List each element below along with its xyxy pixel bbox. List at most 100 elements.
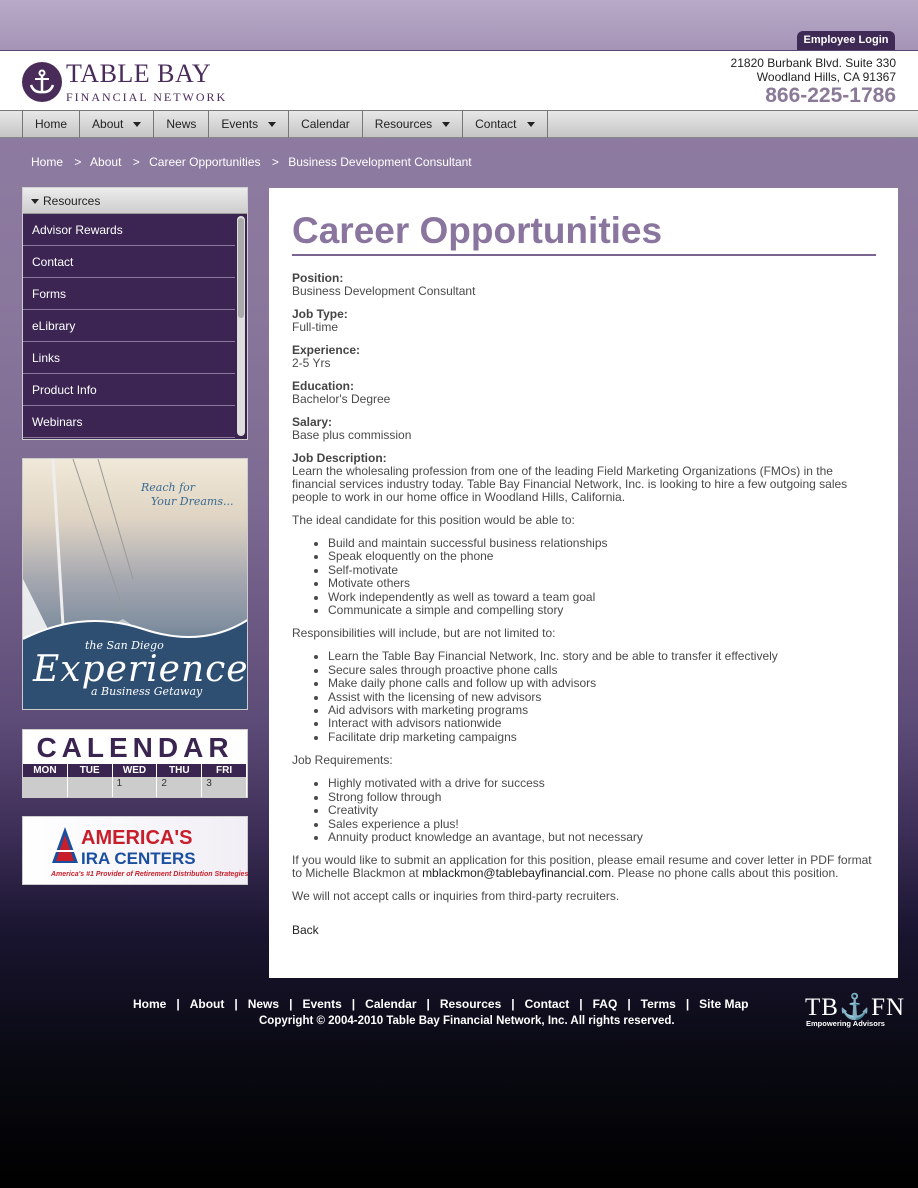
footer-link-resources[interactable]: Resources	[440, 997, 501, 1011]
nav-calendar[interactable]: Calendar	[289, 111, 363, 138]
calendar-date[interactable]	[23, 777, 68, 797]
responsibilities-intro: Responsibilities will include, but are n…	[292, 626, 556, 641]
breadcrumb-about[interactable]: About	[90, 155, 121, 169]
sidebar-item-forms[interactable]: Forms	[23, 278, 235, 310]
logo-title: TABLE BAY	[66, 59, 212, 88]
list-item: Self-motivate	[328, 563, 876, 577]
footer-link-calendar[interactable]: Calendar	[365, 997, 416, 1011]
calendar-date[interactable]: 2	[157, 777, 203, 797]
calendar-day: WED	[113, 764, 158, 777]
calendar-title: CALENDAR	[36, 732, 234, 763]
nav-label: Resources	[374, 117, 433, 131]
footer-link-faq[interactable]: FAQ	[593, 997, 618, 1011]
promo-getaway: a Business Getaway	[91, 685, 203, 698]
footer-nav: Home | About | News | Events | Calendar | Resource…	[133, 997, 749, 1011]
nav-about[interactable]: About	[80, 111, 155, 138]
sidebar-item-advisor-rewards[interactable]: Advisor Rewards	[23, 214, 235, 246]
footer-link-about[interactable]: About	[190, 997, 225, 1011]
promo-tagline: Reach for Your Dreams...	[141, 481, 233, 509]
footer-link-news[interactable]: News	[248, 997, 279, 1011]
sidebar-item-product-info[interactable]: Product Info	[23, 374, 235, 406]
footer-link-terms[interactable]: Terms	[641, 997, 676, 1011]
nav-home[interactable]: Home	[23, 111, 81, 138]
calendar-day: TUE	[68, 764, 113, 777]
footer-link-events[interactable]: Events	[302, 997, 341, 1011]
footer-separator: |	[351, 997, 356, 1011]
breadcrumb-current: Business Development Consultant	[288, 155, 472, 169]
footer-separator: |	[627, 997, 631, 1011]
calendar-date[interactable]: 1	[113, 777, 158, 797]
job-type-label: Job Type:	[292, 307, 348, 321]
sidebar-scrollbar[interactable]	[237, 216, 245, 436]
sidebar-list: Advisor Rewards Contact Forms eLibrary L…	[23, 214, 247, 438]
site-header: TABLE BAY FINANCIAL NETWORK 21820 Burban…	[0, 50, 918, 110]
footer-link-contact[interactable]: Contact	[525, 997, 570, 1011]
calendar-day: MON	[23, 764, 68, 777]
sidebar-item-elibrary[interactable]: eLibrary	[23, 310, 235, 342]
chevron-down-icon	[31, 199, 39, 205]
nav-resources[interactable]: Resources	[363, 111, 464, 138]
list-item: Work independently as well as toward a t…	[328, 590, 876, 604]
list-item: Assist with the licensing of new advisor…	[328, 690, 876, 704]
list-item: Communicate a simple and compelling stor…	[328, 603, 876, 617]
calendar-date[interactable]	[68, 777, 113, 797]
resources-sidebar: Resources Advisor Rewards Contact Forms …	[22, 187, 248, 440]
main-nav: Home About News Events Calendar Resource…	[0, 110, 918, 138]
list-item: Interact with advisors nationwide	[328, 717, 876, 731]
apply-text-end: . Please no phone calls about this posit…	[611, 866, 839, 881]
breadcrumb-home[interactable]: Home	[31, 155, 63, 169]
footer-logo: TB⚓FN	[805, 994, 906, 1021]
recruiters-notice: We will not accept calls or inquiries fr…	[292, 889, 620, 904]
address: 21820 Burbank Blvd. Suite 330 Woodland H…	[731, 56, 896, 84]
calendar-day: THU	[157, 764, 203, 777]
back-link[interactable]: Back	[292, 923, 319, 937]
salary-value: Base plus commission	[292, 428, 412, 442]
promo-tagline-1: Reach for	[141, 481, 196, 494]
nav-news[interactable]: News	[154, 111, 210, 138]
list-item: Highly motivated with a drive for succes…	[328, 776, 876, 790]
anchor-icon	[22, 62, 62, 102]
sidebar-item-links[interactable]: Links	[23, 342, 235, 374]
ira-tagline: America's #1 Provider of Retirement Dist…	[51, 871, 249, 878]
list-item: Learn the Table Bay Financial Network, I…	[328, 650, 876, 664]
breadcrumb-careers[interactable]: Career Opportunities	[149, 155, 260, 169]
list-item: Motivate others	[328, 576, 876, 590]
email-link[interactable]: mblackmon@tablebayfinancial.com	[422, 866, 611, 880]
chevron-down-icon	[133, 122, 142, 127]
nav-label: About	[92, 117, 124, 131]
address-line2: Woodland Hills, CA 91367	[756, 70, 896, 84]
nav-label: Contact	[475, 117, 517, 131]
sidebar-heading[interactable]: Resources	[23, 188, 247, 214]
job-description: Learn the wholesaling profession from on…	[292, 464, 848, 504]
sidebar-item-contact[interactable]: Contact	[23, 246, 235, 278]
scrollbar-thumb[interactable]	[238, 218, 244, 318]
employee-login-button[interactable]: Employee Login	[797, 31, 895, 50]
calendar-date[interactable]: 3	[202, 777, 247, 797]
footer-separator: |	[234, 997, 238, 1011]
chevron-down-icon	[442, 122, 451, 127]
footer-link-site-map[interactable]: Site Map	[699, 997, 748, 1011]
site-logo[interactable]: TABLE BAY FINANCIAL NETWORK	[22, 59, 225, 105]
breadcrumb-separator: >	[74, 155, 82, 169]
footer-link-home[interactable]: Home	[133, 997, 166, 1011]
san-diego-experience-banner[interactable]: Reach for Your Dreams... the San Diego E…	[22, 458, 248, 710]
list-item: Build and maintain successful business r…	[328, 536, 876, 550]
americas-ira-centers-banner[interactable]: AMERICA'S IRA CENTERS America's #1 Provi…	[22, 816, 248, 885]
nav-contact[interactable]: Contact	[463, 111, 548, 138]
nav-label: Home	[35, 117, 68, 131]
phone-number: 866-225-1786	[765, 84, 896, 107]
nav-label: Events	[221, 117, 259, 131]
promo-experience: Experience	[33, 649, 248, 690]
ideal-list: Build and maintain successful business r…	[328, 536, 876, 617]
sidebar-item-webinars[interactable]: Webinars	[23, 406, 235, 438]
footer-separator: |	[426, 997, 430, 1011]
calendar-widget[interactable]: CALENDAR MON TUE WED THU FRI 1 2 3	[22, 729, 248, 798]
calendar-day: FRI	[202, 764, 247, 777]
position-value: Business Development Consultant	[292, 284, 476, 298]
ira-title-line1: AMERICA'S	[81, 827, 193, 849]
logo-subtitle: FINANCIAL NETWORK	[66, 90, 228, 104]
nav-events[interactable]: Events	[209, 111, 290, 138]
requirements-intro: Job Requirements:	[292, 753, 393, 768]
list-item: Annuity product knowledge an avantage, b…	[328, 830, 876, 844]
list-item: Speak eloquently on the phone	[328, 549, 876, 563]
